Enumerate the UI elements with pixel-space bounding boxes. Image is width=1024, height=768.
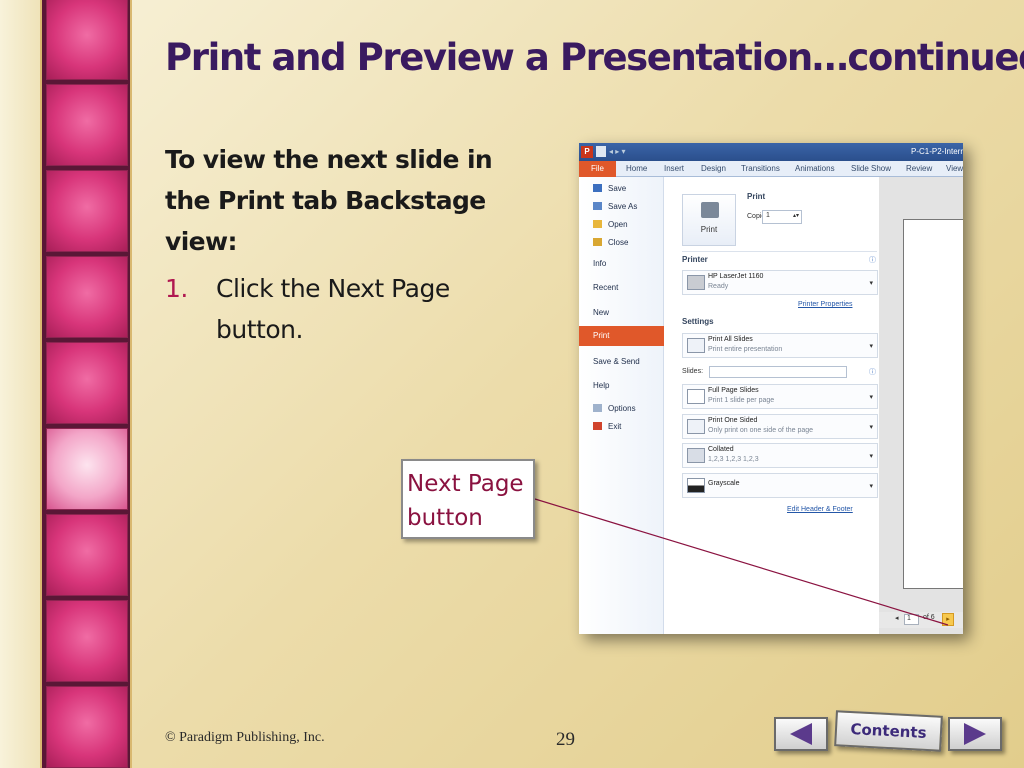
title-bar: P ◂ ▸ ▾ P-C1-P2-Interr [579,143,963,161]
tab-view[interactable]: View [946,164,963,173]
contents-button[interactable]: Contents [834,710,943,752]
tab-insert[interactable]: Insert [664,164,684,173]
printer-icon [701,202,719,218]
nav-recent[interactable]: Recent [593,283,618,292]
printer-properties-link[interactable]: Printer Properties [798,301,852,308]
printer-dropdown[interactable]: HP LaserJet 1160 Ready ▾ [682,270,878,295]
print-heading: Print [747,192,766,201]
right-triangle-icon [964,723,986,745]
copyright-footer: © Paradigm Publishing, Inc. [165,730,325,745]
save-icon [596,146,606,157]
collated-icon [687,448,705,463]
save-icon [593,184,602,192]
info-icon: ⓘ [869,257,876,264]
exit-icon [593,422,602,430]
file-name: P-C1-P2-Interr [910,147,963,156]
strip-tile [46,514,128,596]
divider [682,251,877,252]
step-number: 1. [165,274,188,303]
folder-close-icon [593,238,602,246]
full-page-icon [687,389,705,404]
backstage-nav: Save Save As Open Close Info Recent New … [579,177,672,634]
tab-file[interactable]: File [579,161,616,177]
ribbon-tabs: File Home Insert Design Transitions Anim… [579,161,963,177]
print-settings-pane: Print Print Copies: 1 ▴▾ Printer ⓘ HP Las… [664,177,879,634]
slides-input[interactable] [709,366,847,378]
nav-help[interactable]: Help [593,381,609,390]
strip-tile [46,0,128,80]
folder-open-icon [593,220,602,228]
layout-dropdown[interactable]: Full Page Slides Print 1 slide per page … [682,384,878,409]
nav-print[interactable]: Print [579,326,672,346]
chevron-down-icon: ▾ [869,424,873,431]
quick-access-icons: ◂ ▸ ▾ [609,147,626,156]
preview-page [903,219,963,589]
preview-navigation: ◂ 1 of 6 ▸ [879,612,963,628]
chevron-down-icon: ▾ [869,394,873,401]
printer-heading: Printer [682,255,708,264]
tab-transitions[interactable]: Transitions [741,164,780,173]
chevron-down-icon: ▾ [869,453,873,460]
backstage-screenshot: P ◂ ▸ ▾ P-C1-P2-Interr File Home Insert … [579,143,963,634]
copies-spinner[interactable]: 1 ▴▾ [762,210,802,224]
sides-dropdown[interactable]: Print One Sided Only print on one side o… [682,414,878,439]
slides-icon [687,338,705,353]
one-sided-icon [687,419,705,434]
page-number: 29 [556,729,575,750]
print-button[interactable]: Print [682,194,736,246]
collation-dropdown[interactable]: Collated 1,2,3 1,2,3 1,2,3 ▾ [682,443,878,468]
settings-heading: Settings [682,317,714,326]
decorative-strip [40,0,132,768]
save-as-icon [593,202,602,210]
next-slide-button[interactable] [948,717,1002,751]
intro-text: To view the next slide in the Print tab … [165,145,493,256]
powerpoint-icon: P [581,146,593,158]
strip-tile [46,428,128,510]
tab-slide-show[interactable]: Slide Show [851,164,891,173]
tab-animations[interactable]: Animations [795,164,835,173]
strip-tile [46,342,128,424]
tab-design[interactable]: Design [701,164,726,173]
previous-slide-button[interactable] [774,717,828,751]
strip-tile [46,170,128,252]
strip-tile [46,600,128,682]
slide-title: Print and Preview a Presentation…continu… [165,36,1024,79]
info-icon: ⓘ [869,369,876,376]
nav-info[interactable]: Info [593,259,606,268]
strip-tile [46,84,128,166]
tab-home[interactable]: Home [626,164,647,173]
nav-new[interactable]: New [593,308,609,317]
nav-save-send[interactable]: Save & Send [593,357,640,366]
options-icon [593,404,602,412]
page-count-label: of 6 [923,614,935,621]
print-range-dropdown[interactable]: Print All Slides Print entire presentati… [682,333,878,358]
next-page-button[interactable]: ▸ [942,613,954,626]
printer-ready-icon [687,275,705,290]
print-preview: ◂ 1 of 6 ▸ [879,177,963,634]
strip-tile [46,686,128,768]
grayscale-icon [687,478,705,493]
chevron-down-icon: ▾ [869,280,873,287]
chevron-down-icon: ▾ [869,343,873,350]
slides-label-text: Slides: [682,368,704,375]
edit-header-footer-link[interactable]: Edit Header & Footer [787,506,853,513]
left-margin-band [0,0,40,768]
color-dropdown[interactable]: Grayscale ▾ [682,473,878,498]
left-triangle-icon [790,723,812,745]
next-page-callout: Next Page button [401,459,535,539]
step-text: Click the Next Page button. [216,274,450,344]
page-number-input[interactable]: 1 [904,614,919,625]
chevron-down-icon: ▾ [869,483,873,490]
strip-tile [46,256,128,338]
spinner-arrows-icon: ▴▾ [792,213,799,219]
tab-review[interactable]: Review [906,164,932,173]
previous-page-button[interactable]: ◂ [895,614,899,622]
